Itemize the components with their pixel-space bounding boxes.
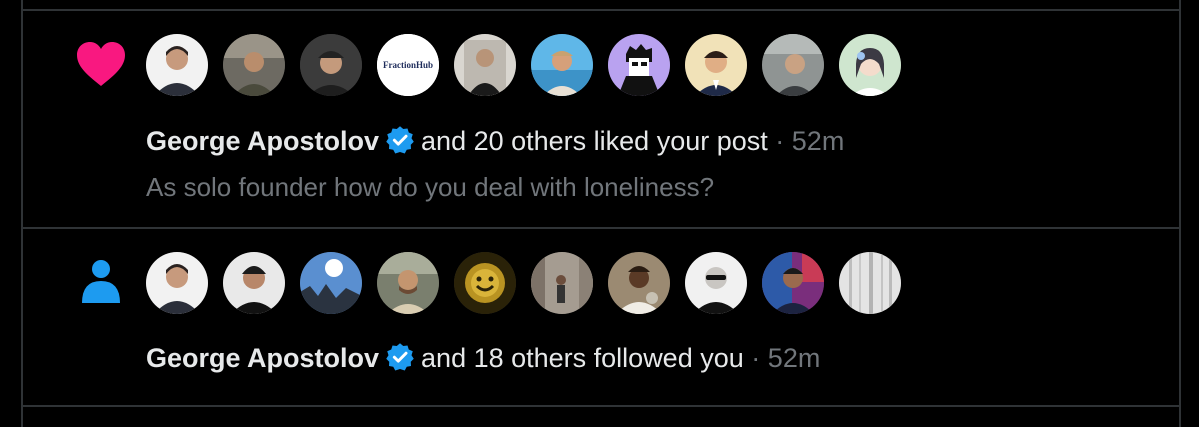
avatar[interactable] <box>762 252 824 314</box>
action-text: and 18 others followed you <box>421 343 744 373</box>
avatar[interactable] <box>608 252 670 314</box>
avatar[interactable] <box>223 34 285 96</box>
avatar[interactable] <box>454 252 516 314</box>
avatar[interactable] <box>531 252 593 314</box>
timestamp[interactable]: 52m <box>768 343 821 373</box>
post-preview[interactable]: As solo founder how do you deal with lon… <box>146 171 714 203</box>
avatar[interactable] <box>839 34 901 96</box>
separator: · <box>751 343 761 373</box>
avatar[interactable] <box>146 252 208 314</box>
user-name[interactable]: George Apostolov <box>146 343 379 373</box>
notification-text: George Apostolov and 20 others liked your… <box>146 125 844 162</box>
avatar[interactable] <box>531 34 593 96</box>
action-text: and 20 others liked your post <box>421 126 768 156</box>
avatar[interactable] <box>685 252 747 314</box>
avatar[interactable] <box>146 34 208 96</box>
avatar[interactable] <box>608 34 670 96</box>
avatar[interactable] <box>300 34 362 96</box>
avatar[interactable] <box>762 34 824 96</box>
separator: · <box>775 126 785 156</box>
avatar[interactable] <box>377 252 439 314</box>
follow-notification[interactable]: George Apostolov and 18 others followed y… <box>23 229 1179 405</box>
avatar[interactable] <box>300 252 362 314</box>
avatar[interactable]: FractionHub <box>377 34 439 96</box>
user-name[interactable]: George Apostolov <box>146 126 379 156</box>
avatar[interactable] <box>223 252 285 314</box>
timestamp[interactable]: 52m <box>792 126 845 156</box>
notification-text: George Apostolov and 18 others followed y… <box>146 342 820 379</box>
avatar-row <box>146 252 908 314</box>
divider <box>21 405 1181 407</box>
fractionhub-logo: FractionHub <box>382 60 433 70</box>
verified-badge-icon <box>385 125 415 162</box>
avatar[interactable] <box>685 34 747 96</box>
heart-icon <box>76 42 126 93</box>
verified-badge-icon <box>385 342 415 379</box>
avatar[interactable] <box>839 252 901 314</box>
avatar-row: FractionHub <box>146 34 908 96</box>
avatar[interactable] <box>454 34 516 96</box>
person-icon <box>80 259 122 308</box>
like-notification[interactable]: FractionHub George Apostolov and 20 other… <box>23 11 1179 227</box>
